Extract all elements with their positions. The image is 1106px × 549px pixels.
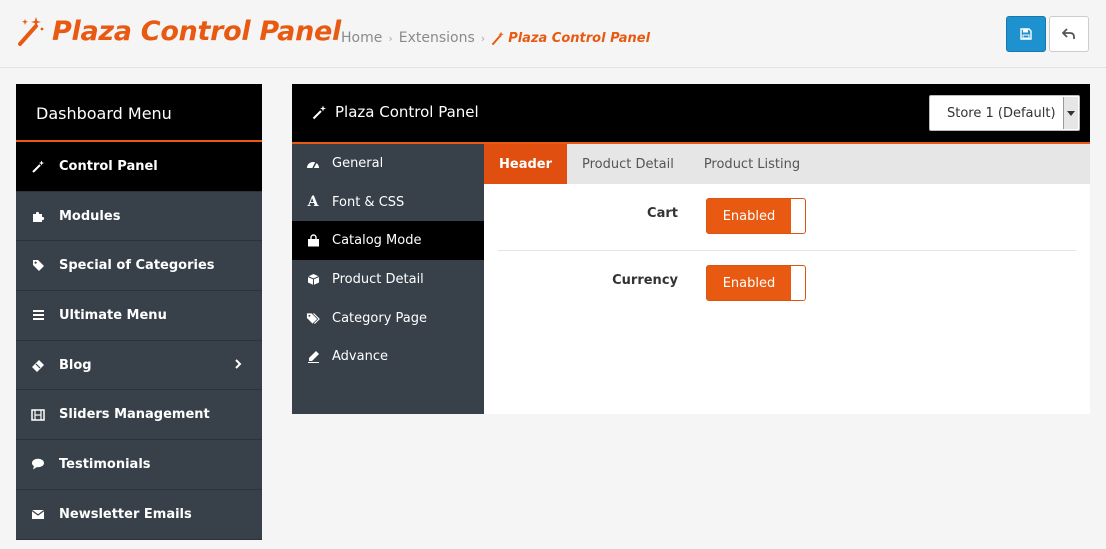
sidebar-item-label: Testimonials: [59, 456, 151, 472]
chevron-right-icon: ›: [388, 31, 393, 45]
sidebar-item-ultimate-menu[interactable]: Ultimate Menu: [16, 291, 262, 341]
chevron-right-icon[interactable]: [234, 358, 242, 374]
comment-icon: [31, 457, 45, 471]
sidebar-item-special-of-categories[interactable]: Special of Categories: [16, 241, 262, 292]
control-panel: Plaza Control Panel Store 1 (Default) Ge…: [292, 84, 1090, 414]
subnav-item-label: General: [332, 155, 384, 171]
magic-wand-icon: [312, 105, 326, 119]
sidebar-title: Dashboard Menu: [16, 84, 262, 142]
store-select[interactable]: Store 1 (Default): [929, 95, 1080, 131]
panel-title-label: Plaza Control Panel: [335, 103, 479, 121]
chevron-right-icon: ›: [480, 31, 486, 45]
save-button[interactable]: [1006, 16, 1046, 52]
subnav-item-label: Product Detail: [332, 271, 424, 287]
settings-content: Header Product Detail Product Listing Ca…: [484, 144, 1090, 414]
font-icon: A: [307, 194, 319, 211]
magic-wand-icon: [492, 31, 504, 45]
tab-product-detail[interactable]: Product Detail: [567, 144, 689, 184]
subnav-item-category-page[interactable]: Category Page: [292, 299, 484, 338]
toggle-state-label: Enabled: [722, 208, 776, 224]
sidebar-item-control-panel[interactable]: Control Panel: [16, 142, 262, 192]
magic-wand-icon: [31, 159, 45, 173]
subnav-item-advance[interactable]: Advance: [292, 337, 484, 376]
subnav-item-general[interactable]: General: [292, 144, 484, 183]
panel-header: Plaza Control Panel Store 1 (Default): [292, 84, 1090, 144]
breadcrumb-current[interactable]: Plaza Control Panel: [491, 31, 650, 46]
toggle-knob[interactable]: [791, 199, 805, 233]
currency-toggle[interactable]: Enabled: [706, 265, 806, 301]
breadcrumb-home[interactable]: Home: [341, 30, 382, 46]
sidebar-item-label: Modules: [59, 208, 121, 224]
sidebar-item-label: Ultimate Menu: [59, 307, 167, 323]
sidebar-item-newsletter-emails[interactable]: Newsletter Emails: [16, 490, 262, 540]
sidebar-item-modules[interactable]: Modules: [16, 192, 262, 242]
breadcrumb: Home › Extensions › Plaza Control Panel: [341, 30, 650, 46]
brand: Plaza Control Panel: [16, 14, 341, 48]
setting-label: Currency: [612, 273, 678, 288]
dashboard-sidebar: Dashboard Menu Control Panel Modules Spe…: [16, 84, 262, 540]
subnav-item-label: Advance: [332, 349, 388, 365]
subnav-item-catalog-mode[interactable]: Catalog Mode: [292, 221, 484, 261]
film-icon: [31, 408, 45, 422]
sidebar-item-label: Blog: [59, 357, 92, 373]
ticket-icon: [31, 358, 45, 372]
store-select-value: Store 1 (Default): [947, 105, 1056, 121]
subnav-item-product-detail[interactable]: Product Detail: [292, 260, 484, 299]
dashboard-icon: [306, 156, 320, 170]
subnav-item-font-css[interactable]: A Font & CSS: [292, 183, 484, 222]
subnav-item-label: Category Page: [332, 310, 427, 326]
eyedropper-icon: [306, 350, 320, 364]
setting-label: Cart: [647, 206, 678, 221]
floppy-disk-icon: [1020, 28, 1032, 40]
toggle-knob[interactable]: [791, 266, 805, 300]
settings-subnav: General A Font & CSS Catalog Mode Produc…: [292, 144, 484, 414]
page-title: Plaza Control Panel: [52, 15, 341, 47]
setting-row-cart: Cart Enabled: [498, 184, 1076, 251]
cart-toggle[interactable]: Enabled: [706, 198, 806, 234]
tags-icon: [306, 311, 320, 325]
subnav-item-label: Font & CSS: [332, 194, 405, 210]
bars-icon: [31, 308, 45, 322]
sidebar-item-testimonials[interactable]: Testimonials: [16, 440, 262, 490]
tag-icon: [31, 259, 45, 273]
envelope-icon: [31, 507, 45, 521]
sidebar-item-sliders-management[interactable]: Sliders Management: [16, 390, 262, 441]
cube-icon: [306, 272, 320, 286]
breadcrumb-current-label: Plaza Control Panel: [508, 30, 651, 46]
sidebar-item-label: Newsletter Emails: [59, 506, 192, 522]
magic-wand-icon: [18, 17, 44, 46]
setting-row-currency: Currency Enabled: [498, 251, 1076, 318]
sidebar-item-label: Sliders Management: [59, 407, 210, 423]
reply-arrow-icon: [1062, 28, 1075, 39]
back-button[interactable]: [1049, 16, 1089, 52]
breadcrumb-extensions[interactable]: Extensions: [399, 30, 475, 46]
tab-header[interactable]: Header: [484, 144, 568, 184]
settings-tabs: Header Product Detail Product Listing: [484, 144, 1090, 184]
toggle-state-label: Enabled: [722, 275, 776, 291]
sidebar-item-blog[interactable]: Blog: [16, 341, 262, 391]
shopping-bag-icon: [306, 234, 320, 248]
top-bar: Plaza Control Panel Home › Extensions › …: [0, 0, 1106, 68]
puzzle-icon: [31, 209, 45, 223]
tab-product-listing[interactable]: Product Listing: [689, 144, 815, 184]
panel-title: Plaza Control Panel: [312, 103, 479, 121]
caret-down-icon: [1063, 97, 1078, 129]
sidebar-item-label: Control Panel: [59, 158, 158, 174]
subnav-item-label: Catalog Mode: [332, 233, 422, 249]
sidebar-item-label: Special of Categories: [59, 258, 215, 274]
